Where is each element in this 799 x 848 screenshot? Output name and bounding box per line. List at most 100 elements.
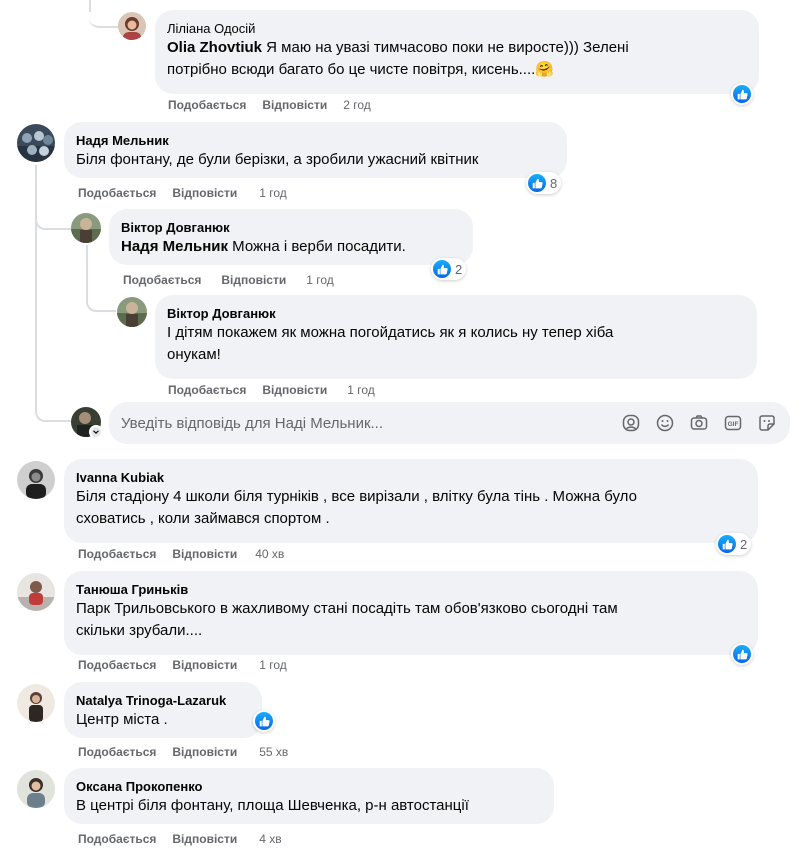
like-button[interactable]: Подобається bbox=[123, 273, 201, 287]
like-button[interactable]: Подобається bbox=[168, 98, 246, 112]
avatar[interactable] bbox=[117, 297, 147, 327]
reaction-badge[interactable]: 8 bbox=[526, 172, 562, 194]
comment-author[interactable]: Natalya Trinoga-Lazaruk bbox=[76, 692, 250, 709]
comment-text-line: Я маю на увазі тимчасово поки не виросте… bbox=[262, 39, 629, 56]
reaction-badge[interactable] bbox=[253, 710, 275, 732]
comment-author[interactable]: Надя Мельник bbox=[76, 132, 555, 149]
comment-text-line: онукам! bbox=[167, 346, 221, 363]
comment-time[interactable]: 1 год bbox=[259, 186, 287, 200]
comment-bubble: Ivanna Kubiak Біля стадіону 4 школи біля… bbox=[64, 459, 758, 543]
avatar[interactable] bbox=[17, 684, 55, 722]
comment-bubble: Ліліана Одосій Olia Zhovtiuk Я маю на ув… bbox=[155, 10, 759, 94]
comment-text: Olia Zhovtiuk Я маю на увазі тимчасово п… bbox=[167, 37, 747, 59]
reply-button[interactable]: Відповісти bbox=[172, 547, 237, 561]
like-button[interactable]: Подобається bbox=[78, 186, 156, 200]
avatar-sticker-icon[interactable] bbox=[620, 412, 642, 434]
like-icon bbox=[255, 712, 273, 730]
comment-text-line: Можна і верби посадити. bbox=[228, 238, 406, 255]
reaction-count: 2 bbox=[455, 261, 463, 277]
comment-actions: Подобається Відповісти 1 год bbox=[168, 382, 375, 398]
comment-text-line: Біля стадіону 4 школи біля турніків , вс… bbox=[76, 488, 637, 505]
comment-text: Біля фонтану, де були берізки, а зробили… bbox=[76, 151, 479, 168]
reply-button[interactable]: Відповісти bbox=[262, 98, 327, 112]
comment-author[interactable]: Ліліана Одосій bbox=[167, 20, 747, 37]
thread-line bbox=[86, 245, 88, 295]
comment-author[interactable]: Оксана Прокопенко bbox=[76, 778, 542, 795]
like-icon bbox=[528, 174, 546, 192]
reply-button[interactable]: Відповісти bbox=[172, 832, 237, 846]
mention-link[interactable]: Надя Мельник bbox=[121, 238, 228, 255]
emoji-icon[interactable] bbox=[654, 412, 676, 434]
thread-connector bbox=[35, 208, 71, 230]
comment-actions: Подобається Відповісти 1 год bbox=[78, 185, 287, 201]
reaction-count: 8 bbox=[550, 175, 558, 191]
reaction-badge[interactable] bbox=[731, 83, 753, 105]
comment-text-line: потрібно всюди багато бо це чисте повітр… bbox=[167, 61, 554, 78]
comment-text-line: І дітям покажем як можна погойдатись як … bbox=[167, 324, 614, 341]
thread-line bbox=[35, 165, 37, 405]
comment-actions: Подобається Відповісти 1 год bbox=[123, 272, 334, 288]
like-icon bbox=[433, 260, 451, 278]
comment-bubble: Танюша Гриньків Парк Трильовського в жах… bbox=[64, 571, 758, 655]
reply-button[interactable]: Відповісти bbox=[172, 658, 237, 672]
comment-author[interactable]: Віктор Довганюк bbox=[167, 305, 745, 322]
gif-icon[interactable]: GIF bbox=[722, 412, 744, 434]
reaction-badge[interactable]: 2 bbox=[431, 258, 467, 280]
avatar-dropdown-icon[interactable] bbox=[89, 425, 103, 439]
comment-text: Центр міста . bbox=[76, 711, 168, 728]
comment-actions: Подобається Відповісти 2 год bbox=[168, 97, 371, 113]
avatar[interactable] bbox=[118, 12, 146, 40]
like-icon bbox=[733, 645, 751, 663]
camera-icon[interactable] bbox=[688, 412, 710, 434]
comment-time[interactable]: 40 хв bbox=[255, 547, 284, 561]
comment-bubble: Natalya Trinoga-Lazaruk Центр міста . bbox=[64, 682, 262, 738]
reply-button[interactable]: Відповісти bbox=[262, 383, 327, 397]
comment-actions: Подобається Відповісти 4 хв bbox=[78, 831, 282, 847]
reply-composer: GIF bbox=[109, 402, 790, 444]
reply-button[interactable]: Відповісти bbox=[172, 745, 237, 759]
comment-actions: Подобається Відповісти 55 хв bbox=[78, 744, 288, 760]
comment-text-line: Парк Трильовського в жахливому стані пос… bbox=[76, 600, 618, 617]
comment-text: Надя Мельник Можна і верби посадити. bbox=[121, 236, 461, 258]
comment-bubble: Оксана Прокопенко В центрі біля фонтану,… bbox=[64, 768, 554, 824]
like-button[interactable]: Подобається bbox=[78, 745, 156, 759]
svg-text:GIF: GIF bbox=[728, 421, 739, 428]
like-icon bbox=[718, 535, 736, 553]
reply-button[interactable]: Відповісти bbox=[172, 186, 237, 200]
like-button[interactable]: Подобається bbox=[78, 547, 156, 561]
comment-author[interactable]: Танюша Гриньків bbox=[76, 581, 746, 598]
thread-connector bbox=[35, 400, 71, 422]
comment-actions: Подобається Відповісти 40 хв bbox=[78, 546, 284, 562]
avatar[interactable] bbox=[17, 461, 55, 499]
comment-bubble: Надя Мельник Біля фонтану, де були беріз… bbox=[64, 122, 567, 178]
avatar[interactable] bbox=[71, 213, 101, 243]
thread-connector bbox=[86, 290, 116, 312]
like-button[interactable]: Подобається bbox=[78, 832, 156, 846]
reply-input[interactable] bbox=[121, 414, 620, 432]
comment-time[interactable]: 2 год bbox=[343, 98, 371, 112]
comment-time[interactable]: 55 хв bbox=[259, 745, 288, 759]
comment-actions: Подобається Відповісти 1 год bbox=[78, 657, 287, 673]
comment-author[interactable]: Ivanna Kubiak bbox=[76, 469, 746, 486]
comment-text-line: скільки зрубали.... bbox=[76, 622, 203, 639]
thread-connector bbox=[89, 0, 119, 28]
like-button[interactable]: Подобається bbox=[168, 383, 246, 397]
reaction-count: 2 bbox=[740, 536, 748, 552]
like-button[interactable]: Подобається bbox=[78, 658, 156, 672]
avatar[interactable] bbox=[17, 770, 55, 808]
comment-bubble: Віктор Довганюк І дітям покажем як можна… bbox=[155, 295, 757, 379]
comment-time[interactable]: 1 год bbox=[259, 658, 287, 672]
reply-tools: GIF bbox=[620, 412, 778, 434]
avatar[interactable] bbox=[17, 124, 55, 162]
reaction-badge[interactable] bbox=[731, 643, 753, 665]
comment-time[interactable]: 1 год bbox=[306, 273, 334, 287]
reply-button[interactable]: Відповісти bbox=[221, 273, 286, 287]
comment-bubble: Віктор Довганюк Надя Мельник Можна і вер… bbox=[109, 209, 473, 265]
comment-author[interactable]: Віктор Довганюк bbox=[121, 219, 461, 236]
comment-time[interactable]: 1 год bbox=[347, 383, 375, 397]
reaction-badge[interactable]: 2 bbox=[716, 533, 752, 555]
mention-link[interactable]: Olia Zhovtiuk bbox=[167, 39, 262, 56]
avatar[interactable] bbox=[17, 573, 55, 611]
sticker-icon[interactable] bbox=[756, 412, 778, 434]
comment-time[interactable]: 4 хв bbox=[259, 832, 281, 846]
